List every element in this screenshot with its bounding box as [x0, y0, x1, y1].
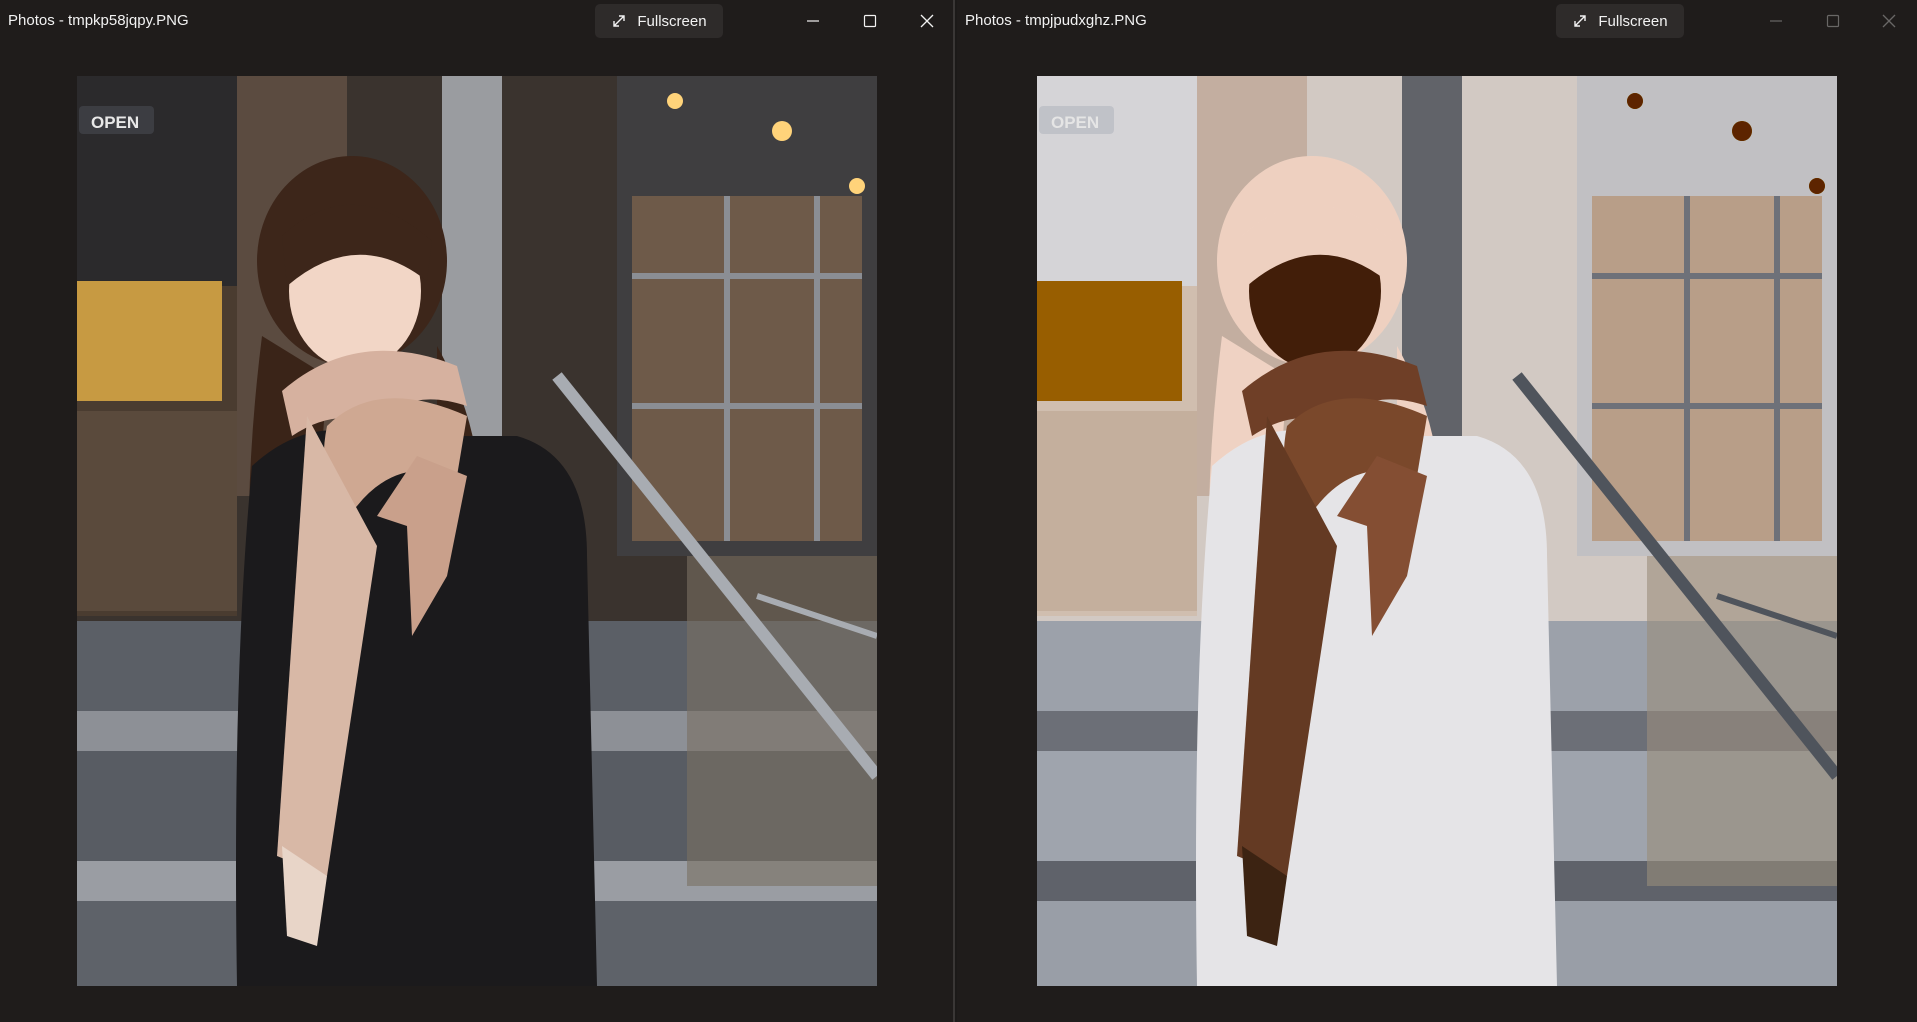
close-button[interactable] [913, 8, 941, 34]
minimize-icon [1770, 20, 1782, 22]
minimize-icon [807, 20, 819, 22]
title-bar[interactable]: Photos - tmpjpudxghz.PNG Fullscreen [957, 0, 1917, 42]
photo-scene-inverted: OPEN [1037, 76, 1837, 986]
minimize-button[interactable] [1762, 8, 1790, 34]
fullscreen-button[interactable]: Fullscreen [595, 4, 723, 38]
photo-image: OPEN [77, 76, 877, 986]
close-button[interactable] [1875, 8, 1903, 34]
maximize-icon [863, 14, 877, 28]
photos-window-right: Photos - tmpjpudxghz.PNG Fullscreen OPEN [957, 0, 1917, 1022]
maximize-button[interactable] [1819, 8, 1847, 34]
expand-diagonal-icon [1574, 15, 1587, 27]
fullscreen-button[interactable]: Fullscreen [1556, 4, 1684, 38]
fullscreen-label: Fullscreen [1598, 12, 1668, 30]
open-sign-text: OPEN [91, 113, 139, 132]
photo-scene: OPEN [77, 76, 877, 986]
close-icon [1882, 14, 1896, 28]
open-sign-text: OPEN [1051, 113, 1099, 132]
photos-window-left: Photos - tmpkp58jqpy.PNG Fullscreen OPEN [0, 0, 955, 1022]
minimize-button[interactable] [799, 8, 827, 34]
title-bar[interactable]: Photos - tmpkp58jqpy.PNG Fullscreen [0, 0, 953, 42]
fullscreen-label: Fullscreen [637, 12, 707, 30]
maximize-button[interactable] [856, 8, 884, 34]
expand-diagonal-icon [613, 15, 626, 27]
photo-image-inverted: OPEN [1037, 76, 1837, 986]
window-title: Photos - tmpjpudxghz.PNG [965, 12, 1147, 29]
close-icon [920, 14, 934, 28]
window-title: Photos - tmpkp58jqpy.PNG [8, 12, 189, 29]
maximize-icon [1826, 14, 1840, 28]
